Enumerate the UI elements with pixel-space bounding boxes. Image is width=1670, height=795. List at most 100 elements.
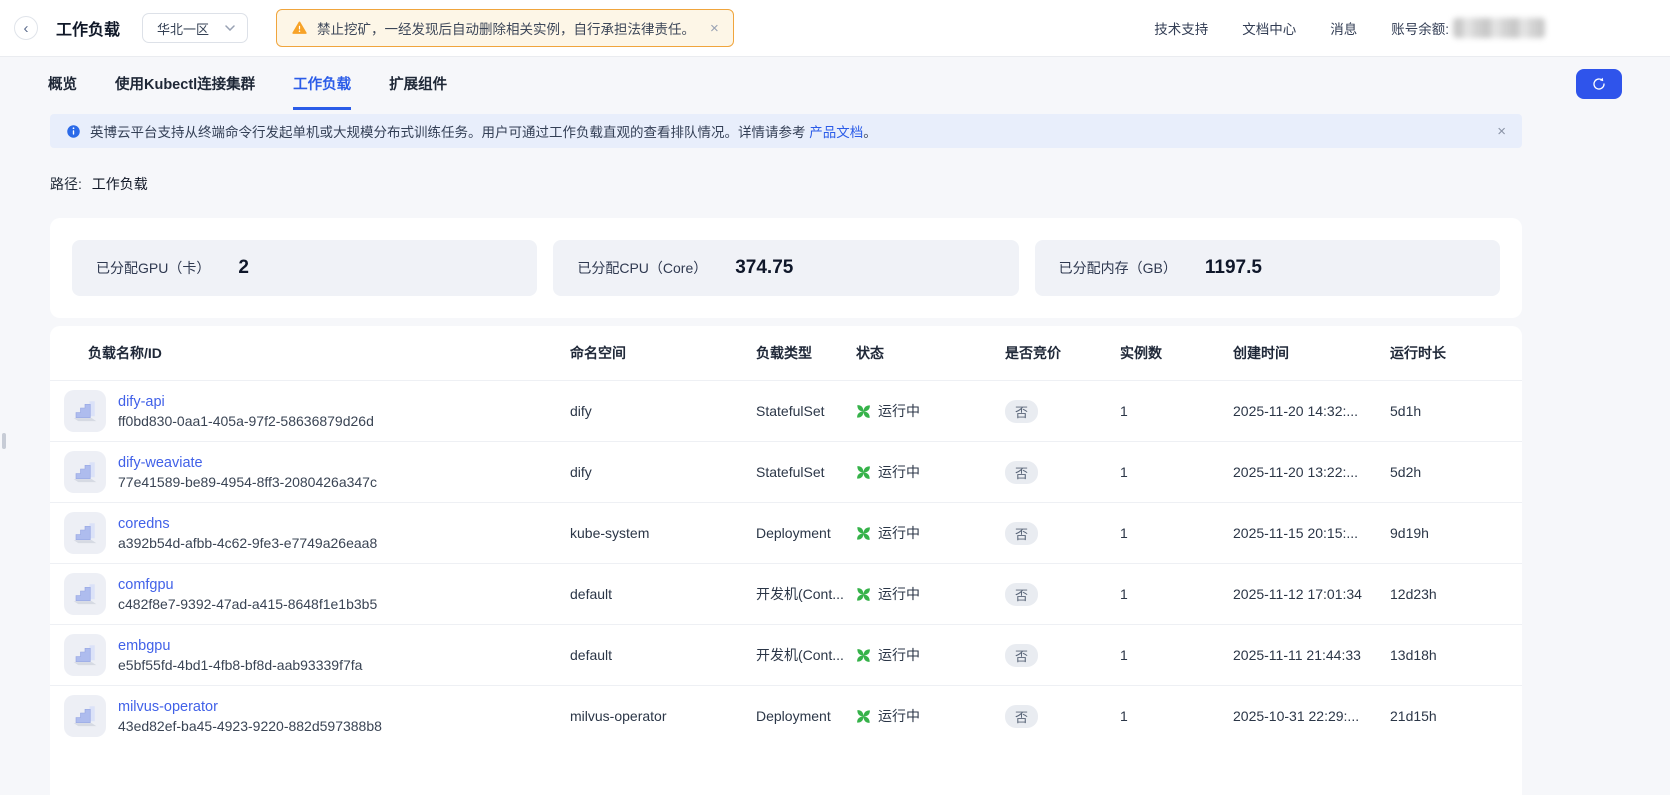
notice-text: 英博云平台支持从终端命令行发起单机或大规模分布式训练任务。用户可通过工作负载直观… bbox=[90, 121, 877, 141]
spot-badge: 否 bbox=[1005, 461, 1038, 484]
namespace-cell: default bbox=[570, 647, 756, 663]
created-time-cell: 2025-11-15 20:15:... bbox=[1233, 525, 1390, 541]
balance-label: 账号余额: bbox=[1391, 18, 1449, 38]
workload-name-link[interactable]: dify-weaviate bbox=[118, 455, 377, 471]
workload-type-cell: Deployment bbox=[756, 708, 856, 724]
created-time-cell: 2025-10-31 22:29:... bbox=[1233, 708, 1390, 724]
workload-name-id: coredns a392b54d-afbb-4c62-9fe3-e7749a26e… bbox=[118, 516, 377, 551]
column-header: 实例数 bbox=[1120, 343, 1233, 363]
instances-cell: 1 bbox=[1120, 586, 1233, 602]
warning-triangle-icon bbox=[291, 20, 308, 36]
duration-cell: 13d18h bbox=[1390, 647, 1522, 663]
mining-warning-banner: 禁止挖矿，一经发现后自动删除相关实例，自行承担法律责任。 × bbox=[276, 9, 734, 47]
workload-name-cell: milvus-operator 43ed82ef-ba45-4923-9220-8… bbox=[64, 695, 570, 737]
warning-close-icon[interactable]: × bbox=[710, 20, 719, 37]
chevron-down-icon bbox=[225, 25, 235, 31]
refresh-icon bbox=[1591, 76, 1607, 92]
workload-name-link[interactable]: milvus-operator bbox=[118, 699, 382, 715]
workload-name-id: milvus-operator 43ed82ef-ba45-4923-9220-8… bbox=[118, 699, 382, 734]
tab-kubectl-connect[interactable]: 使用Kubectl连接集群 bbox=[115, 57, 255, 110]
tabs-bar: 概览使用Kubectl连接集群工作负载扩展组件 bbox=[0, 57, 1670, 110]
spot-cell: 否 bbox=[1005, 522, 1120, 545]
stat-card: 已分配内存（GB）1197.5 bbox=[1035, 240, 1500, 296]
tab-extensions[interactable]: 扩展组件 bbox=[389, 57, 447, 110]
account-balance: 账号余额: bbox=[1391, 18, 1545, 38]
table-row: comfgpuc482f8e7-9392-47ad-a415-8648f1e1b… bbox=[50, 563, 1522, 624]
instances-cell: 1 bbox=[1120, 403, 1233, 419]
running-status-icon bbox=[856, 404, 871, 419]
status-text: 运行中 bbox=[878, 401, 920, 421]
workload-stairs-icon bbox=[70, 640, 100, 670]
page-title: 工作负载 bbox=[56, 16, 120, 40]
spot-cell: 否 bbox=[1005, 400, 1120, 423]
workload-icon-tile bbox=[64, 634, 106, 676]
info-icon bbox=[66, 124, 81, 139]
notice-close-icon[interactable]: × bbox=[1497, 123, 1506, 140]
info-notice-banner: 英博云平台支持从终端命令行发起单机或大规模分布式训练任务。用户可通过工作负载直观… bbox=[50, 114, 1522, 148]
workload-name-cell: coredns a392b54d-afbb-4c62-9fe3-e7749a26e… bbox=[64, 512, 570, 554]
column-header: 负载类型 bbox=[756, 343, 856, 363]
region-select[interactable]: 华北一区 bbox=[142, 13, 248, 43]
workload-name-link[interactable]: coredns bbox=[118, 516, 377, 532]
nav-tech-support[interactable]: 技术支持 bbox=[1154, 18, 1208, 38]
workload-name-link[interactable]: embgpu bbox=[118, 638, 362, 654]
workload-type-cell: StatefulSet bbox=[756, 464, 856, 480]
stat-card: 已分配GPU（卡）2 bbox=[72, 240, 537, 296]
path-value: 工作负载 bbox=[92, 176, 148, 192]
workload-name-id: dify-apiff0bd830-0aa1-405a-97f2-58636879… bbox=[118, 394, 374, 429]
workload-id: e5bf55fd-4bd1-4fb8-bf8d-aab93339f7fa bbox=[118, 657, 362, 673]
tab-overview[interactable]: 概览 bbox=[48, 57, 77, 110]
status-cell: 运行中 bbox=[856, 645, 1005, 665]
workload-name-cell: dify-apiff0bd830-0aa1-405a-97f2-58636879… bbox=[64, 390, 570, 432]
column-header: 负载名称/ID bbox=[64, 343, 570, 363]
running-status-icon bbox=[856, 709, 871, 724]
workload-type-cell: 开发机(Cont... bbox=[756, 584, 856, 604]
workload-name-link[interactable]: dify-api bbox=[118, 394, 374, 410]
duration-cell: 21d15h bbox=[1390, 708, 1522, 724]
workload-icon-tile bbox=[64, 573, 106, 615]
workload-icon-tile bbox=[64, 451, 106, 493]
workload-id: 43ed82ef-ba45-4923-9220-882d597388b8 bbox=[118, 718, 382, 734]
app-header: ‹ 工作负载 华北一区 禁止挖矿，一经发现后自动删除相关实例，自行承担法律责任。… bbox=[0, 0, 1670, 57]
header-nav: 技术支持 文档中心 消息 bbox=[1154, 18, 1357, 38]
status-cell: 运行中 bbox=[856, 706, 1005, 726]
workload-name-cell: dify-weaviate77e41589-be89-4954-8ff3-208… bbox=[64, 451, 570, 493]
table-row: embgpu e5bf55fd-4bd1-4fb8-bf8d-aab93339f7… bbox=[50, 624, 1522, 685]
mining-warning-text: 禁止挖矿，一经发现后自动删除相关实例，自行承担法律责任。 bbox=[317, 18, 695, 38]
namespace-cell: default bbox=[570, 586, 756, 602]
status-text: 运行中 bbox=[878, 706, 920, 726]
nav-docs-center[interactable]: 文档中心 bbox=[1242, 18, 1296, 38]
workload-type-cell: Deployment bbox=[756, 525, 856, 541]
workload-stairs-icon bbox=[70, 579, 100, 609]
workload-name-cell: comfgpuc482f8e7-9392-47ad-a415-8648f1e1b… bbox=[64, 573, 570, 615]
nav-messages[interactable]: 消息 bbox=[1330, 18, 1357, 38]
table-row: dify-weaviate77e41589-be89-4954-8ff3-208… bbox=[50, 441, 1522, 502]
workload-icon-tile bbox=[64, 695, 106, 737]
duration-cell: 9d19h bbox=[1390, 525, 1522, 541]
duration-cell: 5d1h bbox=[1390, 403, 1522, 419]
main-content: 英博云平台支持从终端命令行发起单机或大规模分布式训练任务。用户可通过工作负载直观… bbox=[0, 110, 1670, 795]
workload-name-cell: embgpu e5bf55fd-4bd1-4fb8-bf8d-aab93339f7… bbox=[64, 634, 570, 676]
status-cell: 运行中 bbox=[856, 462, 1005, 482]
tab-workloads[interactable]: 工作负载 bbox=[293, 57, 351, 110]
workload-name-id: embgpu e5bf55fd-4bd1-4fb8-bf8d-aab93339f7… bbox=[118, 638, 362, 673]
column-header: 命名空间 bbox=[570, 343, 756, 363]
running-status-icon bbox=[856, 465, 871, 480]
product-docs-link[interactable]: 产品文档 bbox=[809, 125, 863, 140]
duration-cell: 5d2h bbox=[1390, 464, 1522, 480]
workload-type-cell: 开发机(Cont... bbox=[756, 645, 856, 665]
back-button[interactable]: ‹ bbox=[14, 16, 38, 40]
workload-stairs-icon bbox=[70, 396, 100, 426]
workload-id: a392b54d-afbb-4c62-9fe3-e7749a26eaa8 bbox=[118, 535, 377, 551]
column-header: 运行时长 bbox=[1390, 343, 1522, 363]
refresh-button[interactable] bbox=[1576, 69, 1622, 99]
namespace-cell: kube-system bbox=[570, 525, 756, 541]
workload-name-link[interactable]: comfgpu bbox=[118, 577, 377, 593]
workload-name-id: dify-weaviate77e41589-be89-4954-8ff3-208… bbox=[118, 455, 377, 490]
spot-cell: 否 bbox=[1005, 461, 1120, 484]
scrollbar-thumb[interactable] bbox=[2, 433, 6, 449]
table-row: milvus-operator 43ed82ef-ba45-4923-9220-8… bbox=[50, 685, 1522, 746]
status-text: 运行中 bbox=[878, 584, 920, 604]
namespace-cell: dify bbox=[570, 403, 756, 419]
created-time-cell: 2025-11-20 14:32:... bbox=[1233, 403, 1390, 419]
